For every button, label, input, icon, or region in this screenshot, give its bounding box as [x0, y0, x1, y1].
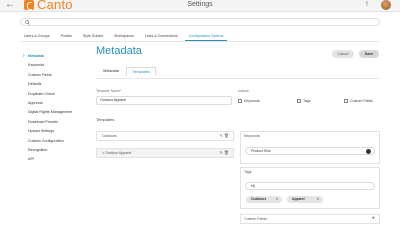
tags-panel-title: Tags — [244, 170, 252, 174]
include-keywords-checkbox[interactable]: Keywords — [238, 99, 260, 103]
template-name-field[interactable]: Outdoor Apparel — [96, 96, 232, 105]
sidebar-item-recognition[interactable]: Recognition — [24, 146, 94, 155]
template-name-label: Template Name* — [96, 89, 122, 93]
tag-chip-apparel[interactable]: Apparel × — [287, 196, 323, 203]
cancel-button[interactable]: Cancel — [332, 50, 354, 58]
tabs-divider — [20, 41, 380, 42]
sidebar-item-defaults[interactable]: Defaults — [24, 80, 94, 89]
tab-style-guides[interactable]: Style Guides — [79, 31, 107, 41]
checkbox-icon — [238, 99, 242, 103]
tag-chip-label: Outdoors — [251, 197, 267, 201]
edit-icon[interactable]: ✎ — [219, 133, 222, 138]
keywords-panel-title: Keywords — [244, 134, 260, 138]
custom-fields-panel-title: Custom Fields — [244, 217, 267, 221]
remove-tag-icon[interactable]: × — [276, 196, 278, 203]
search-icon — [25, 20, 30, 25]
sidebar: Metadata Keywords Custom Fields Defaults… — [23, 52, 94, 165]
sidebar-item-download-presets[interactable]: Download Presets — [24, 118, 94, 127]
keywords-panel: Keywords Product Shot — [240, 131, 380, 164]
include-custom-fields-checkbox[interactable]: Custom Fields — [344, 99, 373, 103]
tab-workspaces[interactable]: Workspaces — [110, 31, 138, 41]
tab-links-connections[interactable]: Links & Connections — [141, 31, 182, 41]
tags-input[interactable]: Hi| — [245, 182, 375, 190]
template-row-label: > Outdoor Apparel — [102, 151, 132, 155]
sidebar-item-api[interactable]: API — [24, 155, 94, 164]
delete-icon[interactable]: 🗑 — [224, 150, 229, 155]
sidebar-item-approval[interactable]: Approval — [24, 99, 94, 108]
top-bar: ← Canto Settings ! — [0, 0, 400, 12]
remove-tag-icon[interactable]: × — [317, 196, 319, 203]
template-row-outdoor-apparel[interactable]: > Outdoor Apparel ✎ 🗑 — [96, 148, 234, 158]
sidebar-item-keywords[interactable]: Keywords — [24, 61, 94, 70]
sidebar-item-custom-configuration[interactable]: Custom Configuration — [24, 137, 94, 146]
template-row-outdoors[interactable]: Outdoors ✎ 🗑 — [96, 131, 234, 141]
avatar[interactable] — [381, 0, 391, 10]
sidebar-item-upload-settings[interactable]: Upload Settings — [24, 127, 94, 136]
alert-icon[interactable]: ! — [366, 1, 368, 8]
page-title: Metadata — [96, 45, 142, 57]
subtabs-divider — [96, 78, 380, 79]
tag-chip-outdoors[interactable]: Outdoors × — [246, 196, 282, 203]
metadata-subtabs: Metadata Templates — [96, 67, 156, 76]
tab-configuration-options[interactable]: Configuration Options — [184, 31, 228, 41]
templates-section-label: Templates — [96, 117, 115, 122]
keywords-field[interactable]: Product Shot — [245, 147, 375, 155]
include-tags-label: Tags — [303, 99, 311, 103]
subtab-metadata[interactable]: Metadata — [96, 67, 126, 76]
checkbox-icon — [344, 99, 348, 103]
sidebar-item-digital-rights[interactable]: Digital Rights Management — [24, 108, 94, 117]
subtab-templates[interactable]: Templates — [126, 67, 156, 76]
tab-portals[interactable]: Portals — [57, 31, 76, 41]
search-input[interactable] — [20, 18, 380, 26]
tab-users-groups[interactable]: Users & Groups — [20, 31, 54, 41]
include-keywords-label: Keywords — [244, 99, 260, 103]
sidebar-item-custom-fields[interactable]: Custom Fields — [24, 71, 94, 80]
keywords-dropdown-icon[interactable] — [366, 149, 371, 154]
custom-fields-panel: Custom Fields + — [240, 214, 380, 224]
delete-icon[interactable]: 🗑 — [224, 133, 229, 138]
template-row-label: Outdoors — [102, 134, 117, 138]
sidebar-item-duplicate-check[interactable]: Duplicate Check — [24, 90, 94, 99]
edit-icon[interactable]: ✎ — [219, 150, 222, 155]
tag-chip-label: Apparel — [292, 197, 305, 201]
settings-tabs: Users & Groups Portals Style Guides Work… — [20, 31, 230, 41]
add-icon[interactable]: + — [371, 215, 375, 223]
app-title: Settings — [187, 1, 213, 8]
sidebar-item-metadata[interactable]: Metadata — [23, 52, 94, 62]
save-button[interactable]: Save — [359, 50, 379, 58]
include-custom-fields-label: Custom Fields — [350, 99, 373, 103]
checkbox-icon — [297, 99, 301, 103]
include-label: Include — [238, 89, 249, 93]
include-tags-checkbox[interactable]: Tags — [297, 99, 311, 103]
keywords-value: Product Shot — [251, 149, 271, 153]
